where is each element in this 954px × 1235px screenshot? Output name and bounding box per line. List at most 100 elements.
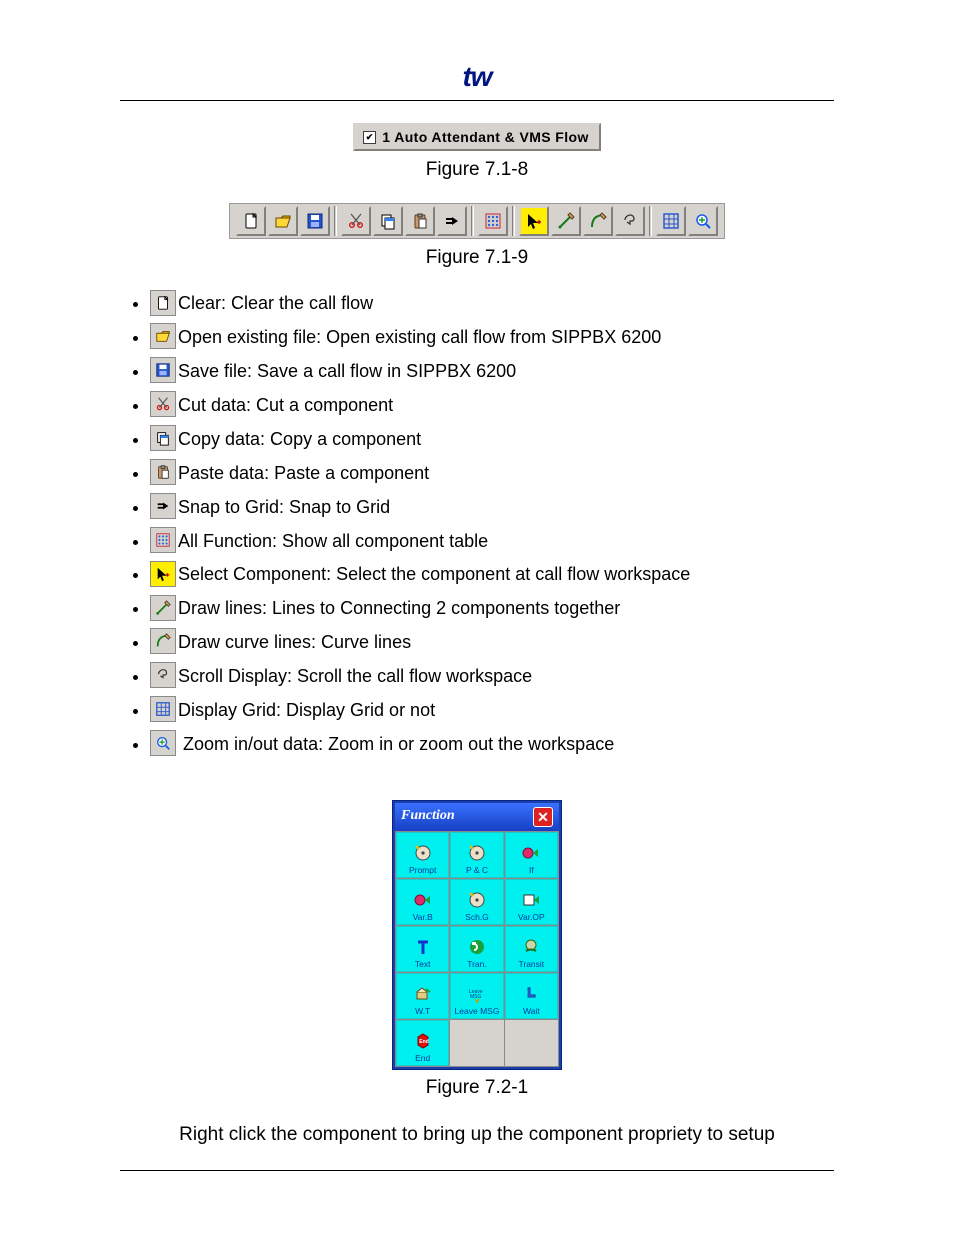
function-icon xyxy=(466,889,488,911)
function-wait[interactable]: Wait xyxy=(505,973,558,1019)
drawcurve-icon xyxy=(150,628,176,654)
function-icon xyxy=(412,889,434,911)
function-if[interactable]: If xyxy=(505,832,558,878)
snap-icon xyxy=(443,212,461,230)
clear-icon xyxy=(150,290,176,316)
function-grid: Prompt P & C If Var.B Sch.G Var.OP Text Tran. Tr… xyxy=(395,831,559,1067)
drawline-icon xyxy=(150,595,176,621)
function-var-b[interactable]: Var.B xyxy=(396,879,449,925)
function-icon xyxy=(412,842,434,864)
paste-icon xyxy=(411,212,429,230)
footer-text: Right click the component to bring up th… xyxy=(120,1120,834,1149)
function-leave-msg[interactable]: Leave MSG xyxy=(450,973,503,1019)
scroll-icon xyxy=(150,662,176,688)
copy-button[interactable] xyxy=(373,206,403,236)
flow-tab[interactable]: ✔ 1 Auto Attendant & VMS Flow xyxy=(353,123,601,151)
allfunc-button[interactable] xyxy=(478,206,508,236)
drawcurve-button[interactable] xyxy=(583,206,613,236)
function-icon xyxy=(466,936,488,958)
function-label: Text xyxy=(415,960,431,969)
grid-icon xyxy=(662,212,680,230)
function-icon xyxy=(466,983,488,1005)
zoom-icon xyxy=(694,212,712,230)
function-sch-g[interactable]: Sch.G xyxy=(450,879,503,925)
desc-item: Save file: Save a call flow in SIPPBX 62… xyxy=(150,358,834,386)
allfunc-icon xyxy=(484,212,502,230)
figure-caption-7-2-1: Figure 7.2-1 xyxy=(120,1073,834,1102)
clear-icon xyxy=(242,212,260,230)
desc-text: Clear: Clear the call flow xyxy=(178,293,373,313)
desc-text: Zoom in/out data: Zoom in or zoom out th… xyxy=(178,734,614,754)
function-end[interactable]: End xyxy=(396,1020,449,1066)
header-rule xyxy=(120,100,834,101)
desc-item: Paste data: Paste a component xyxy=(150,460,834,488)
desc-item: Clear: Clear the call flow xyxy=(150,290,834,318)
drawline-icon xyxy=(557,212,575,230)
desc-item: Copy data: Copy a component xyxy=(150,426,834,454)
cut-icon xyxy=(150,391,176,417)
paste-icon xyxy=(150,459,176,485)
desc-text: Draw curve lines: Curve lines xyxy=(178,632,411,652)
function-titlebar: Function ✕ xyxy=(395,803,559,831)
grid-button[interactable] xyxy=(656,206,686,236)
function-label: End xyxy=(415,1054,430,1063)
select-icon xyxy=(150,561,176,587)
function-label: W.T xyxy=(415,1007,430,1016)
scroll-icon xyxy=(621,212,639,230)
empty-cell xyxy=(450,1020,503,1066)
drawcurve-icon xyxy=(589,212,607,230)
function-label: P & C xyxy=(466,866,488,875)
logo-text: tw xyxy=(462,55,491,98)
function-w-t[interactable]: W.T xyxy=(396,973,449,1019)
function-icon xyxy=(520,936,542,958)
cut-button[interactable] xyxy=(341,206,371,236)
zoom-button[interactable] xyxy=(688,206,718,236)
function-tran-[interactable]: Tran. xyxy=(450,926,503,972)
function-icon xyxy=(466,842,488,864)
function-title: Function xyxy=(401,808,455,825)
function-var-op[interactable]: Var.OP xyxy=(505,879,558,925)
function-label: Transit xyxy=(518,960,544,969)
header-logo: tw xyxy=(120,55,834,98)
desc-text: Select Component: Select the component a… xyxy=(178,564,690,584)
figure-caption-7-1-9: Figure 7.1-9 xyxy=(120,243,834,272)
function-icon xyxy=(520,889,542,911)
close-icon: ✕ xyxy=(537,810,549,824)
clear-button[interactable] xyxy=(236,206,266,236)
footer-rule xyxy=(120,1170,834,1171)
desc-item: Scroll Display: Scroll the call flow wor… xyxy=(150,663,834,691)
desc-text: Snap to Grid: Snap to Grid xyxy=(178,497,390,517)
snap-icon xyxy=(150,493,176,519)
function-label: Leave MSG xyxy=(455,1007,500,1016)
copy-icon xyxy=(150,425,176,451)
zoom-icon xyxy=(150,730,176,756)
function-icon xyxy=(520,842,542,864)
scroll-button[interactable] xyxy=(615,206,645,236)
open-button[interactable] xyxy=(268,206,298,236)
flow-tab-label: 1 Auto Attendant & VMS Flow xyxy=(382,130,589,144)
save-button[interactable] xyxy=(300,206,330,236)
desc-text: Open existing file: Open existing call f… xyxy=(178,327,661,347)
function-transit[interactable]: Transit xyxy=(505,926,558,972)
open-icon xyxy=(274,212,292,230)
desc-text: Draw lines: Lines to Connecting 2 compon… xyxy=(178,598,620,618)
toolbar-description-list: Clear: Clear the call flow Open existing … xyxy=(150,290,834,758)
function-icon xyxy=(412,936,434,958)
function-label: Prompt xyxy=(409,866,436,875)
function-label: Var.OP xyxy=(518,913,545,922)
function-text[interactable]: Text xyxy=(396,926,449,972)
desc-item: Zoom in/out data: Zoom in or zoom out th… xyxy=(150,731,834,759)
close-button[interactable]: ✕ xyxy=(533,807,553,827)
snap-button[interactable] xyxy=(437,206,467,236)
function-label: Wait xyxy=(523,1007,540,1016)
function-label: Var.B xyxy=(413,913,433,922)
grid-icon xyxy=(150,696,176,722)
copy-icon xyxy=(379,212,397,230)
desc-item: Draw curve lines: Curve lines xyxy=(150,629,834,657)
select-button[interactable] xyxy=(519,206,549,236)
desc-text: Save file: Save a call flow in SIPPBX 62… xyxy=(178,361,516,381)
function-p-c[interactable]: P & C xyxy=(450,832,503,878)
drawline-button[interactable] xyxy=(551,206,581,236)
paste-button[interactable] xyxy=(405,206,435,236)
function-prompt[interactable]: Prompt xyxy=(396,832,449,878)
